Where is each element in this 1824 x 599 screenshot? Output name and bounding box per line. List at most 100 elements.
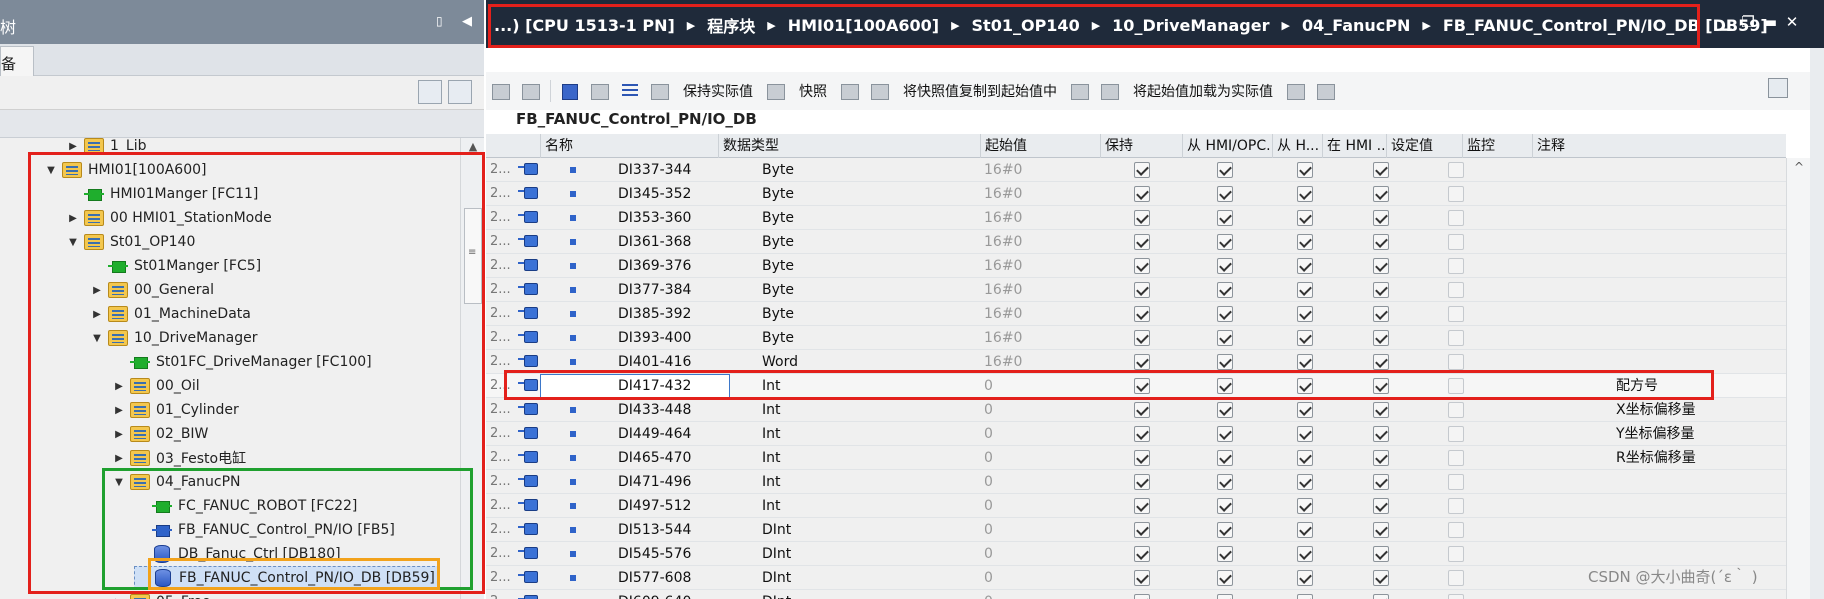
setpoint-checkbox[interactable]	[1448, 186, 1464, 202]
setpoint-checkbox[interactable]	[1448, 426, 1464, 442]
attribute-checkbox[interactable]	[1134, 570, 1150, 586]
attribute-checkbox[interactable]	[1297, 234, 1313, 250]
tree-node[interactable]: ▶ 05_Free	[112, 590, 211, 599]
load-actual-icon[interactable]	[1285, 80, 1307, 102]
attribute-checkbox[interactable]	[1134, 234, 1150, 250]
attribute-checkbox[interactable]	[1373, 354, 1389, 370]
data-type[interactable]: Int	[758, 470, 938, 494]
attribute-checkbox[interactable]	[1297, 426, 1313, 442]
start-value[interactable]: 16#0	[980, 206, 1090, 230]
variable-name[interactable]: DI337-344	[614, 158, 744, 182]
variable-name[interactable]: DI577-608	[614, 566, 744, 590]
attribute-checkbox[interactable]	[1297, 546, 1313, 562]
attribute-checkbox[interactable]	[1217, 498, 1233, 514]
start-value[interactable]: 0	[980, 542, 1090, 566]
start-value[interactable]: 16#0	[980, 278, 1090, 302]
table-row[interactable]: 2... DI609-640 DInt 0	[486, 590, 1786, 599]
variable-name[interactable]: DI417-432	[614, 374, 744, 398]
comment[interactable]	[1612, 494, 1732, 518]
comment[interactable]: X坐标偏移量	[1612, 398, 1732, 422]
start-value[interactable]: 16#0	[980, 182, 1090, 206]
list-view-icon[interactable]	[619, 80, 641, 102]
tree-node[interactable]: ▶ 00_General	[90, 278, 214, 302]
table-row[interactable]: 2... DI385-392 Byte 16#0	[486, 302, 1786, 326]
comment[interactable]	[1612, 350, 1732, 374]
data-type[interactable]: Byte	[758, 230, 938, 254]
pin-icon[interactable]: ▯	[436, 14, 450, 28]
keep-actual-button[interactable]: 保持实际值	[683, 81, 753, 101]
attribute-checkbox[interactable]	[1373, 186, 1389, 202]
expand-arrow-icon[interactable]: ▶	[112, 379, 126, 393]
data-type[interactable]: Int	[758, 374, 938, 398]
data-type[interactable]: Int	[758, 398, 938, 422]
tree-node[interactable]: ▶ 01_Cylinder	[112, 398, 239, 422]
attribute-checkbox[interactable]	[1297, 186, 1313, 202]
comment[interactable]	[1612, 326, 1732, 350]
tree-node[interactable]: FC_FANUC_ROBOT [FC22]	[134, 494, 357, 518]
table-row[interactable]: 2... DI465-470 Int 0 R坐标偏移量	[486, 446, 1786, 470]
attribute-checkbox[interactable]	[1217, 210, 1233, 226]
attribute-checkbox[interactable]	[1297, 450, 1313, 466]
attribute-checkbox[interactable]	[1373, 546, 1389, 562]
data-type[interactable]: Byte	[758, 158, 938, 182]
table-row[interactable]: 2... DI361-368 Byte 16#0	[486, 230, 1786, 254]
expand-arrow-icon[interactable]: ▶	[112, 595, 126, 599]
attribute-checkbox[interactable]	[1134, 522, 1150, 538]
table-row[interactable]: 2... DI497-512 Int 0	[486, 494, 1786, 518]
attribute-checkbox[interactable]	[1217, 450, 1233, 466]
maximize-icon[interactable]: ▬	[1762, 14, 1778, 30]
variable-name[interactable]: DI345-352	[614, 182, 744, 206]
data-type[interactable]: Byte	[758, 182, 938, 206]
setpoint-checkbox[interactable]	[1448, 570, 1464, 586]
comment[interactable]	[1612, 254, 1732, 278]
attribute-checkbox[interactable]	[1373, 402, 1389, 418]
attribute-checkbox[interactable]	[1297, 402, 1313, 418]
attribute-checkbox[interactable]	[1373, 258, 1389, 274]
tree-node[interactable]: ▶ 03_Festo电缸	[112, 446, 246, 470]
expand-arrow-icon[interactable]: ▶	[112, 451, 126, 465]
collapse-arrow-icon[interactable]: ▼	[44, 163, 58, 177]
tab-devices[interactable]: 备	[0, 46, 34, 76]
data-type[interactable]: Byte	[758, 254, 938, 278]
attribute-checkbox[interactable]	[1373, 282, 1389, 298]
variable-name[interactable]: DI385-392	[614, 302, 744, 326]
comment[interactable]	[1612, 302, 1732, 326]
attribute-checkbox[interactable]	[1217, 234, 1233, 250]
add-row-icon[interactable]	[520, 80, 542, 102]
breadcrumb-item[interactable]: 程序块	[707, 13, 755, 37]
attribute-checkbox[interactable]	[1134, 162, 1150, 178]
setpoint-checkbox[interactable]	[1448, 450, 1464, 466]
attribute-checkbox[interactable]	[1217, 162, 1233, 178]
attribute-checkbox[interactable]	[1134, 450, 1150, 466]
copy-snapshot-to-start-button[interactable]: 将快照值复制到起始值中	[903, 81, 1057, 101]
data-type[interactable]: DInt	[758, 518, 938, 542]
attribute-checkbox[interactable]	[1297, 330, 1313, 346]
chevron-left-icon[interactable]: ◀	[462, 14, 476, 29]
setpoint-checkbox[interactable]	[1448, 498, 1464, 514]
scroll-up-icon[interactable]: ▲	[465, 140, 481, 156]
column-header[interactable]: 起始值	[980, 134, 1100, 158]
tree-node[interactable]: ▶ 02_BIW	[112, 422, 208, 446]
variable-name[interactable]: DI361-368	[614, 230, 744, 254]
setpoint-checkbox[interactable]	[1448, 210, 1464, 226]
data-type[interactable]: DInt	[758, 566, 938, 590]
attribute-checkbox[interactable]	[1297, 570, 1313, 586]
tree-node[interactable]: HMI01Manger [FC11]	[66, 182, 258, 206]
attribute-checkbox[interactable]	[1373, 522, 1389, 538]
table-row[interactable]: 2... DI369-376 Byte 16#0	[486, 254, 1786, 278]
setpoint-checkbox[interactable]	[1448, 234, 1464, 250]
load-start-as-actual-button[interactable]: 将起始值加载为实际值	[1133, 81, 1273, 101]
variable-name[interactable]: DI353-360	[614, 206, 744, 230]
attribute-checkbox[interactable]	[1297, 354, 1313, 370]
tree-node[interactable]: ▶ 01_MachineData	[90, 302, 251, 326]
data-type[interactable]: DInt	[758, 590, 938, 599]
data-type[interactable]: Int	[758, 494, 938, 518]
attribute-checkbox[interactable]	[1297, 378, 1313, 394]
scrollbar-thumb[interactable]: ≡	[464, 208, 482, 304]
breadcrumb-item[interactable]: 04_FanucPN	[1302, 16, 1410, 35]
column-header[interactable]: 数据类型	[718, 134, 980, 158]
variable-name[interactable]: DI369-376	[614, 254, 744, 278]
minimize-icon[interactable]: ▁	[1718, 14, 1734, 30]
start-value[interactable]: 16#0	[980, 302, 1090, 326]
attribute-checkbox[interactable]	[1217, 522, 1233, 538]
